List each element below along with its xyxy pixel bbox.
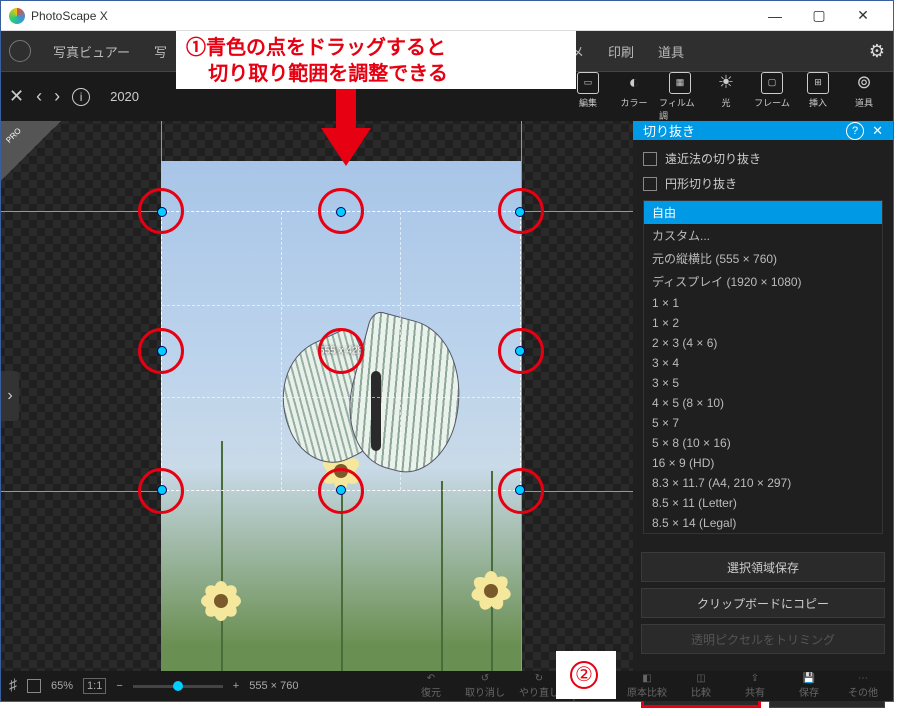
canvas-area[interactable]: PRO › [1,121,633,671]
maximize-button[interactable]: ▢ [797,2,841,30]
handle-bc[interactable] [336,485,346,495]
ratio-item[interactable]: 1 × 1 [644,293,882,313]
ratio-item[interactable]: 8.5 × 14 (Legal) [644,513,882,533]
tab-viewer[interactable]: 写真ビュアー [41,31,142,71]
tool-light[interactable]: ☀光 [705,72,747,122]
image-dims: 555 × 760 [249,680,298,692]
ratio-list: 自由 カスタム... 元の縦横比 (555 × 760) ディスプレイ (192… [643,200,883,534]
panel-title: 切り抜き [643,121,695,140]
tab-tools[interactable]: 道具 [646,31,696,71]
ratio-item[interactable]: ディスプレイ (1920 × 1080) [644,270,882,293]
checkbox-circle[interactable]: 円形切り抜き [643,175,883,192]
handle-bl[interactable] [157,485,167,495]
zoom-out-icon[interactable]: − [116,680,122,692]
close-file-icon[interactable]: ✕ [9,86,24,107]
zoom-value: 65% [51,680,73,692]
handle-tc[interactable] [336,207,346,217]
zoom-1to1-button[interactable]: 1:1 [83,678,106,694]
panel-header: 切り抜き ? ✕ [633,121,893,140]
save-selection-button[interactable]: 選択領域保存 [641,552,885,582]
annotation-2: ② [556,651,616,699]
save-button[interactable]: 💾保存 [787,673,831,699]
ratio-item[interactable]: 16 × 9 (HD) [644,453,882,473]
handle-tl[interactable] [157,207,167,217]
tool-color[interactable]: ◐カラー [613,72,655,122]
app-window: PhotoScape X — ▢ ✕ 写真ビュアー 写 メ 印刷 道具 ⚙ ✕ … [0,0,894,702]
undo-button[interactable]: ↺取り消し [463,673,507,699]
crop-panel: 切り抜き ? ✕ 遠近法の切り抜き 円形切り抜き 自由 カスタム... 元の縦横… [633,121,893,671]
crop-rectangle[interactable]: 555 x 428 [161,211,521,491]
tab-editor[interactable]: 写 [142,31,179,71]
ratio-item[interactable]: 3 × 5 [644,373,882,393]
ratio-item[interactable]: カスタム... [644,224,882,247]
history-toggle[interactable] [9,40,31,62]
handle-tr[interactable] [515,207,525,217]
trim-transparent-button: 透明ピクセルをトリミング [641,624,885,654]
compare-orig-button[interactable]: ◧原本比較 [625,673,669,699]
prev-icon[interactable]: ‹ [36,86,42,107]
app-title: PhotoScape X [31,9,108,23]
other-button[interactable]: ⋯その他 [841,673,885,699]
crop-size-label: 555 x 428 [319,346,363,357]
bg-toggle-icon[interactable] [27,679,41,693]
undo-all-button[interactable]: ↶復元 [409,673,453,699]
tab-print[interactable]: 印刷 [596,31,646,71]
share-button[interactable]: ⇪共有 [733,673,777,699]
app-logo-icon [9,8,25,24]
ratio-item[interactable]: 5 × 8 (10 × 16) [644,433,882,453]
ratio-item[interactable]: 8.5 × 11 (Letter) [644,493,882,513]
titlebar: PhotoScape X — ▢ ✕ [1,1,893,31]
zoom-in-icon[interactable]: + [233,680,239,692]
ratio-item[interactable]: 2 × 3 (4 × 6) [644,333,882,353]
zoom-slider[interactable] [133,685,223,688]
checkbox-perspective[interactable]: 遠近法の切り抜き [643,150,883,167]
copy-clipboard-button[interactable]: クリップボードにコピー [641,588,885,618]
ratio-item[interactable]: 5 × 7 [644,413,882,433]
annotation-1: ①青色の点をドラッグすると 切り取り範囲を調整できる [176,31,576,89]
handle-br[interactable] [515,485,525,495]
ratio-item[interactable]: 4 × 5 (8 × 10) [644,393,882,413]
red-arrow-icon [316,88,376,168]
minimize-button[interactable]: — [753,2,797,30]
info-icon[interactable]: i [72,88,90,106]
ratio-item[interactable]: 自由 [644,201,882,224]
statusbar: ♯ 65% 1:1 − + 555 × 760 ↶復元 ↺取り消し ↻やり直し … [1,671,893,701]
ratio-item[interactable]: 3 × 4 [644,353,882,373]
ratio-item[interactable]: 1 × 2 [644,313,882,333]
tool-misc[interactable]: ⊚道具 [843,72,885,122]
grid-icon[interactable]: ♯ [9,677,17,695]
filename-label: 2020 [110,89,139,104]
redo-button[interactable]: ↻やり直し [517,673,561,699]
help-icon[interactable]: ? [846,122,864,140]
tool-insert[interactable]: ⊞挿入 [797,72,839,122]
panel-close-icon[interactable]: ✕ [872,123,883,139]
handle-mr[interactable] [515,346,525,356]
compare-button[interactable]: ◫比較 [679,673,723,699]
close-window-button[interactable]: ✕ [841,2,885,30]
next-icon[interactable]: › [54,86,60,107]
tool-frame[interactable]: ▢フレーム [751,72,793,122]
tool-film[interactable]: ▦フィルム調 [659,72,701,122]
settings-gear-icon[interactable]: ⚙ [869,41,885,62]
handle-ml[interactable] [157,346,167,356]
ratio-item[interactable]: 8.3 × 11.7 (A4, 210 × 297) [644,473,882,493]
ratio-item[interactable]: 元の縦横比 (555 × 760) [644,247,882,270]
